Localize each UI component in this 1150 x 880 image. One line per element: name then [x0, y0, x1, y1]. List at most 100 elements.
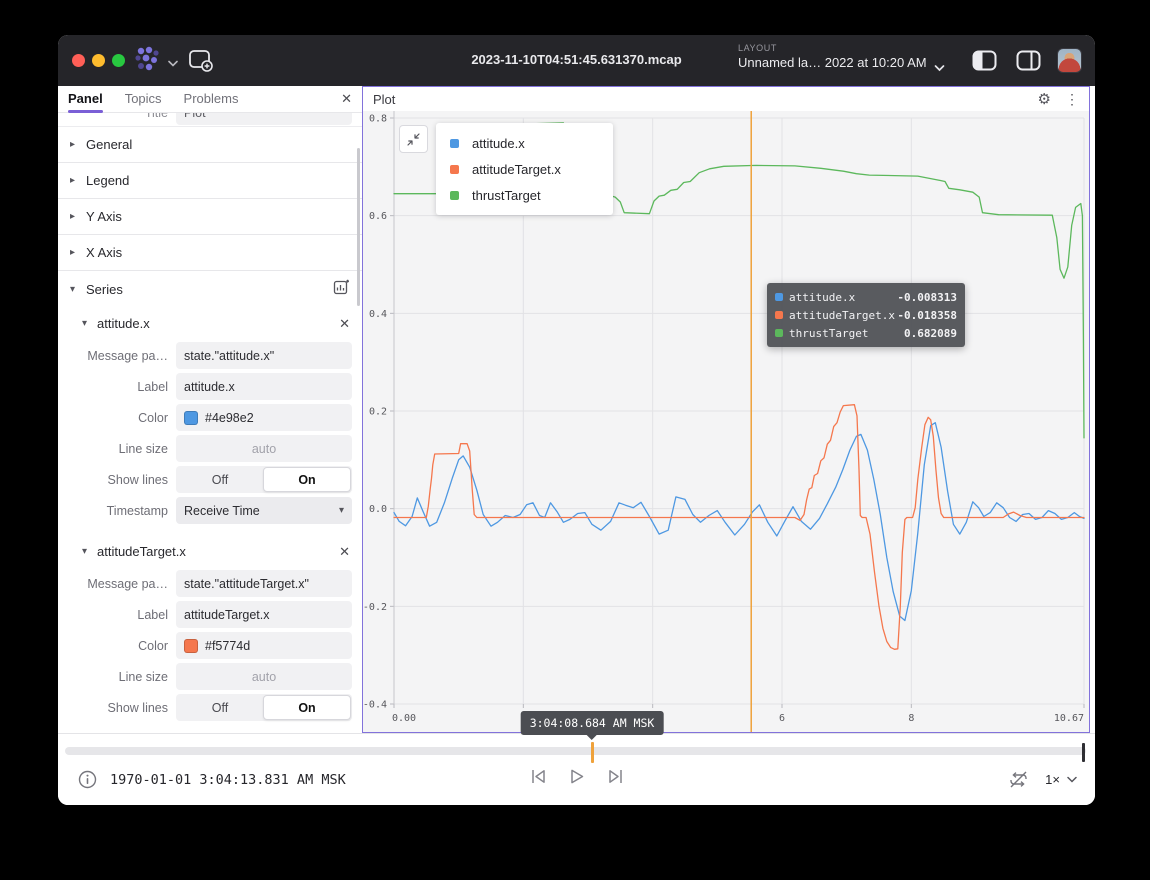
play-button[interactable] [568, 768, 585, 785]
plot-panel[interactable]: Plot ⚙ ⋮ 0.80.60.40.20.0-0.2-0.40.002468… [362, 86, 1090, 733]
playback-scrubber[interactable] [65, 747, 1086, 755]
add-panel-icon[interactable] [188, 49, 214, 77]
dropdown-caret-icon: ▾ [339, 505, 344, 516]
left-sidebar-toggle-icon[interactable] [972, 50, 997, 76]
section-y-axis[interactable]: ▸ Y Axis [58, 199, 362, 235]
foxglove-logo-icon[interactable] [132, 46, 162, 79]
section-legend[interactable]: ▸ Legend [58, 163, 362, 199]
section-series[interactable]: ▾ Series [58, 271, 362, 307]
info-icon[interactable] [78, 770, 97, 789]
app-window: 2023-11-10T04:51:45.631370.mcap LAYOUT U… [58, 35, 1095, 805]
remove-series-icon[interactable]: ✕ [339, 316, 350, 332]
section-x-axis[interactable]: ▸ X Axis [58, 235, 362, 271]
show-lines-toggle[interactable]: Off On [176, 694, 352, 721]
sidebar-close-icon[interactable]: ✕ [341, 91, 352, 107]
show-lines-off-option[interactable]: Off [177, 467, 263, 492]
caret-down-icon: ▾ [82, 546, 97, 557]
sidebar-scrollbar[interactable] [357, 148, 360, 306]
series-attitude-target-x-header[interactable]: ▾ attitudeTarget.x ✕ [58, 535, 362, 568]
series-color-chip [450, 139, 459, 148]
plot-panel-header: Plot ⚙ ⋮ [363, 87, 1089, 111]
speed-dropdown-caret-icon [1067, 776, 1077, 783]
layout-menu-button[interactable]: LAYOUT Unnamed la… 2022 at 10:20 AM [738, 43, 956, 70]
chart-hover-tooltip: attitude.x -0.008313 attitudeTarget.x -0… [767, 283, 965, 347]
loop-off-icon[interactable] [1008, 770, 1029, 789]
color-swatch[interactable] [184, 411, 198, 425]
svg-text:0.2: 0.2 [369, 407, 387, 418]
user-avatar[interactable] [1057, 48, 1082, 73]
add-series-icon[interactable] [333, 278, 350, 300]
message-path-input[interactable]: state."attitude.x" [176, 342, 352, 369]
label-input[interactable]: attitudeTarget.x [176, 601, 352, 628]
current-timestamp: 1970-01-01 3:04:13.831 AM MSK [110, 772, 346, 788]
scrubber-hover-time-tooltip: 3:04:08.684 AM MSK [521, 711, 664, 735]
playback-speed-button[interactable]: 1× [1045, 772, 1077, 787]
panel-menu-kebab-icon[interactable]: ⋮ [1065, 92, 1079, 106]
layout-label: LAYOUT [738, 43, 956, 53]
field-row: Message pa… state."attitudeTarget.x" [58, 568, 362, 599]
plot-panel-title: Plot [373, 92, 395, 107]
timestamp-select[interactable]: Receive Time ▾ [176, 497, 352, 524]
seek-backward-button[interactable] [529, 768, 547, 785]
close-window-button[interactable] [72, 54, 85, 67]
caret-right-icon: ▸ [70, 175, 86, 186]
svg-text:0.6: 0.6 [369, 211, 387, 222]
scrubber-playhead-marker[interactable] [1082, 743, 1085, 762]
tab-topics[interactable]: Topics [125, 87, 162, 112]
line-size-input[interactable]: auto [176, 435, 352, 462]
field-row: Color #f5774d [58, 630, 362, 661]
color-input[interactable]: #f5774d [176, 632, 352, 659]
tooltip-row: thrustTarget 0.682089 [775, 324, 957, 342]
tab-panel[interactable]: Panel [68, 87, 103, 112]
series-color-chip [775, 311, 783, 319]
caret-right-icon: ▸ [70, 139, 86, 150]
caret-right-icon: ▸ [70, 247, 86, 258]
seek-forward-button[interactable] [606, 768, 624, 785]
reset-view-button[interactable] [399, 125, 428, 153]
layout-name: Unnamed la… 2022 at 10:20 AM [738, 55, 956, 70]
field-row: Label attitude.x [58, 371, 362, 402]
show-lines-on-option[interactable]: On [263, 695, 351, 720]
title-field-label: Title [58, 113, 176, 120]
section-general[interactable]: ▸ General [58, 127, 362, 163]
playback-bar: 1970-01-01 3:04:13.831 AM MSK [58, 733, 1095, 805]
legend-item-attitude-x[interactable]: attitude.x [436, 130, 613, 156]
titlebar: 2023-11-10T04:51:45.631370.mcap LAYOUT U… [58, 35, 1095, 86]
show-lines-off-option[interactable]: Off [177, 695, 263, 720]
svg-text:6: 6 [779, 713, 785, 724]
svg-text:0.8: 0.8 [369, 114, 387, 125]
minimize-window-button[interactable] [92, 54, 105, 67]
title-field-input[interactable]: Plot [176, 113, 352, 125]
tab-problems[interactable]: Problems [184, 87, 239, 112]
color-swatch[interactable] [184, 639, 198, 653]
show-lines-on-option[interactable]: On [263, 467, 351, 492]
legend-item-attitude-target-x[interactable]: attitudeTarget.x [436, 156, 613, 182]
color-input[interactable]: #4e98e2 [176, 404, 352, 431]
scrubber-hover-tick [591, 742, 594, 763]
workspace: Plot ⚙ ⋮ 0.80.60.40.20.0-0.2-0.40.002468… [362, 86, 1095, 733]
title-field-row-clipped: Title Plot [58, 113, 362, 127]
data-source-chevron-down-icon[interactable] [168, 54, 178, 72]
field-row: Show lines Off On [58, 692, 362, 723]
field-row: Timestamp Receive Time ▾ [58, 495, 362, 526]
legend-item-thrust-target[interactable]: thrustTarget [436, 182, 613, 208]
caret-right-icon: ▸ [70, 211, 86, 222]
remove-series-icon[interactable]: ✕ [339, 544, 350, 560]
svg-text:10.67: 10.67 [1054, 713, 1084, 724]
layout-chevron-down-icon[interactable] [934, 59, 945, 77]
collapse-arrows-icon [406, 132, 421, 147]
caret-down-icon: ▾ [82, 318, 97, 329]
plot-chart-area[interactable]: 0.80.60.40.20.0-0.2-0.40.00246810.67 att… [363, 111, 1089, 732]
panel-settings-gear-icon[interactable]: ⚙ [1038, 92, 1051, 107]
message-path-input[interactable]: state."attitudeTarget.x" [176, 570, 352, 597]
series-color-chip [450, 191, 459, 200]
svg-text:0.00: 0.00 [392, 713, 416, 724]
svg-text:-0.2: -0.2 [363, 602, 387, 613]
show-lines-toggle[interactable]: Off On [176, 466, 352, 493]
line-size-input[interactable]: auto [176, 663, 352, 690]
series-color-chip [775, 329, 783, 337]
label-input[interactable]: attitude.x [176, 373, 352, 400]
series-attitude-x-header[interactable]: ▾ attitude.x ✕ [58, 307, 362, 340]
zoom-window-button[interactable] [112, 54, 125, 67]
right-sidebar-toggle-icon[interactable] [1016, 50, 1041, 76]
